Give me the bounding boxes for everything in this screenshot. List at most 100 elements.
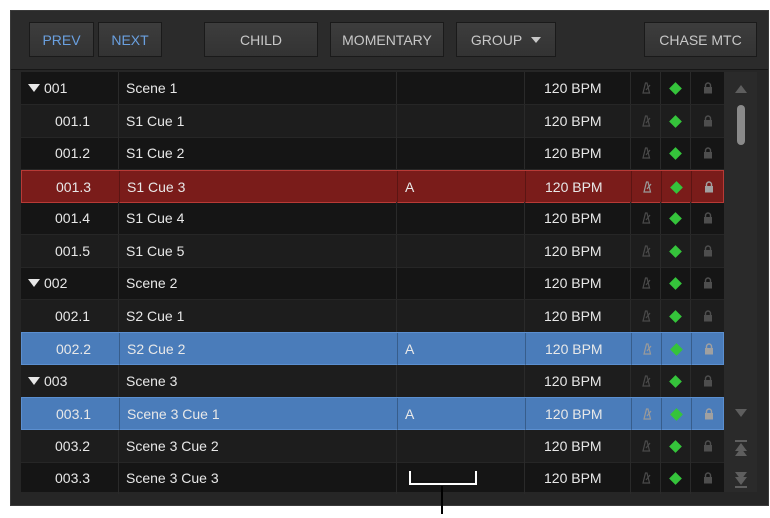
metronome-cell[interactable] <box>631 267 661 299</box>
active-cell[interactable] <box>661 105 691 137</box>
metronome-cell[interactable] <box>631 137 661 169</box>
table-row[interactable]: 002 Scene 2 120 BPM <box>21 267 724 300</box>
table-row[interactable]: 001.2 S1 Cue 2 120 BPM <box>21 137 724 170</box>
lock-cell[interactable] <box>691 137 724 169</box>
expand-triangle-icon[interactable] <box>28 377 40 385</box>
chase-mtc-button[interactable]: CHASE MTC <box>644 22 757 57</box>
expand-triangle-icon[interactable] <box>28 84 40 92</box>
table-row[interactable]: 003.1 Scene 3 Cue 1 A 120 BPM <box>21 397 724 430</box>
lock-cell[interactable] <box>692 171 725 203</box>
table-row[interactable]: 003 Scene 3 120 BPM <box>21 365 724 398</box>
metronome-icon <box>641 245 650 257</box>
active-cell[interactable] <box>662 398 692 430</box>
lock-icon <box>703 212 712 224</box>
lock-icon <box>703 310 712 322</box>
cue-name-cell: Scene 3 <box>119 365 397 397</box>
callout-pointer-line <box>441 486 443 514</box>
lock-icon <box>703 82 712 94</box>
active-cell[interactable] <box>662 171 692 203</box>
cue-name: S1 Cue 3 <box>127 179 186 195</box>
cue-number: 001.2 <box>55 145 91 161</box>
scrollbar[interactable] <box>724 72 757 492</box>
lock-cell[interactable] <box>691 300 724 332</box>
cue-number: 001.4 <box>55 210 91 226</box>
cue-number-cell: 003.1 <box>22 398 120 430</box>
cue-name-cell: Scene 3 Cue 3 <box>119 462 397 494</box>
lock-cell[interactable] <box>691 105 724 137</box>
prev-button[interactable]: PREV <box>29 22 94 57</box>
scroll-top-bar-icon[interactable] <box>735 440 747 442</box>
cue-flag-cell <box>397 72 525 104</box>
table-row[interactable]: 001.1 S1 Cue 1 120 BPM <box>21 105 724 138</box>
cue-name-cell: S1 Cue 1 <box>119 105 397 137</box>
lock-cell[interactable] <box>691 235 724 267</box>
active-cell[interactable] <box>662 333 692 365</box>
active-cell[interactable] <box>661 300 691 332</box>
active-cell[interactable] <box>661 235 691 267</box>
table-row[interactable]: 001.5 S1 Cue 5 120 BPM <box>21 235 724 268</box>
momentary-button[interactable]: MOMENTARY <box>330 22 444 57</box>
tempo-value: 120 BPM <box>544 438 602 454</box>
toolbar: PREV NEXT CHILD MOMENTARY GROUP CHASE MT… <box>11 11 768 70</box>
scroll-up-icon[interactable] <box>735 85 747 93</box>
cue-flag-cell: A <box>398 398 526 430</box>
active-diamond-icon <box>669 439 682 453</box>
scroll-down-icon[interactable] <box>735 409 747 417</box>
table-row[interactable]: 002.2 S2 Cue 2 A 120 BPM <box>21 332 724 365</box>
next-button[interactable]: NEXT <box>98 22 162 57</box>
child-button[interactable]: CHILD <box>204 22 318 57</box>
lock-icon <box>704 181 713 193</box>
metronome-icon <box>641 310 650 322</box>
lock-cell[interactable] <box>691 430 724 462</box>
table-row[interactable]: 001.4 S1 Cue 4 120 BPM <box>21 202 724 235</box>
active-diamond-icon <box>669 244 682 258</box>
lock-cell[interactable] <box>692 398 725 430</box>
lock-cell[interactable] <box>691 365 724 397</box>
cue-number-cell: 001.2 <box>21 137 119 169</box>
cue-number-cell: 001.4 <box>21 202 119 234</box>
tempo-value: 120 BPM <box>545 179 603 195</box>
metronome-cell[interactable] <box>631 105 661 137</box>
lock-cell[interactable] <box>692 333 725 365</box>
metronome-cell[interactable] <box>632 398 662 430</box>
expand-triangle-icon[interactable] <box>28 279 40 287</box>
table-row[interactable]: 001.3 S1 Cue 3 A 120 BPM <box>21 170 724 203</box>
metronome-cell[interactable] <box>631 462 661 494</box>
cue-name-cell: S2 Cue 2 <box>120 333 398 365</box>
active-cell[interactable] <box>661 365 691 397</box>
cue-flag-cell <box>397 365 525 397</box>
lock-cell[interactable] <box>691 267 724 299</box>
lock-cell[interactable] <box>691 72 724 104</box>
metronome-cell[interactable] <box>631 300 661 332</box>
cue-name: Scene 3 Cue 1 <box>127 406 220 422</box>
metronome-cell[interactable] <box>631 430 661 462</box>
active-cell[interactable] <box>661 137 691 169</box>
lock-cell[interactable] <box>691 462 724 494</box>
active-cell[interactable] <box>661 72 691 104</box>
table-row[interactable]: 002.1 S2 Cue 1 120 BPM <box>21 300 724 333</box>
cue-number: 003.1 <box>56 406 92 422</box>
metronome-cell[interactable] <box>631 365 661 397</box>
table-row[interactable]: 003.3 Scene 3 Cue 3 120 BPM <box>21 462 724 495</box>
active-cell[interactable] <box>661 202 691 234</box>
table-row[interactable]: 003.2 Scene 3 Cue 2 120 BPM <box>21 430 724 463</box>
metronome-cell[interactable] <box>632 171 662 203</box>
lock-cell[interactable] <box>691 202 724 234</box>
cue-number: 001.3 <box>56 179 92 195</box>
active-cell[interactable] <box>661 267 691 299</box>
active-cell[interactable] <box>661 462 691 494</box>
scroll-thumb[interactable] <box>737 105 745 145</box>
cue-number-cell: 003 <box>21 365 119 397</box>
metronome-cell[interactable] <box>631 202 661 234</box>
group-dropdown[interactable]: GROUP <box>456 22 556 57</box>
cue-name: Scene 3 <box>126 373 178 389</box>
tempo-value: 120 BPM <box>544 80 602 96</box>
metronome-cell[interactable] <box>631 72 661 104</box>
metronome-cell[interactable] <box>632 333 662 365</box>
active-diamond-icon <box>669 146 682 160</box>
active-cell[interactable] <box>661 430 691 462</box>
cue-number: 001.5 <box>55 243 91 259</box>
table-row[interactable]: 001 Scene 1 120 BPM <box>21 72 724 105</box>
metronome-cell[interactable] <box>631 235 661 267</box>
cue-name: S1 Cue 2 <box>126 145 185 161</box>
